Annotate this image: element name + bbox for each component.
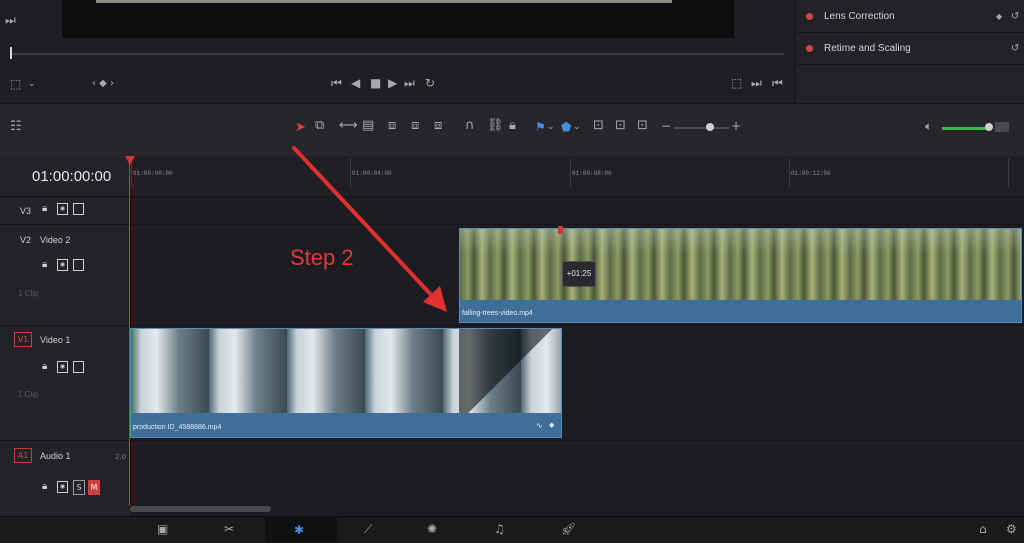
annotation-arrow — [292, 146, 447, 312]
cut-page-icon[interactable]: ✂ — [224, 523, 234, 535]
edit-page-icon[interactable]: ✱ — [294, 523, 304, 537]
annotation-step-label: Step 2 — [290, 245, 354, 270]
color-page-icon[interactable]: ✺ — [427, 523, 437, 535]
fairlight-page-icon[interactable]: ♫ — [494, 523, 505, 535]
fusion-page-icon[interactable]: ⟋ — [364, 523, 372, 535]
media-page-icon[interactable]: ▣ — [157, 523, 168, 535]
deliver-page-icon[interactable]: 🚀︎ — [561, 523, 576, 535]
gear-icon[interactable]: ⚙ — [1006, 523, 1017, 535]
home-icon[interactable]: ⌂ — [979, 523, 987, 535]
page-navigation-bar — [0, 516, 1024, 543]
timeline-scrollbar[interactable] — [130, 506, 271, 512]
